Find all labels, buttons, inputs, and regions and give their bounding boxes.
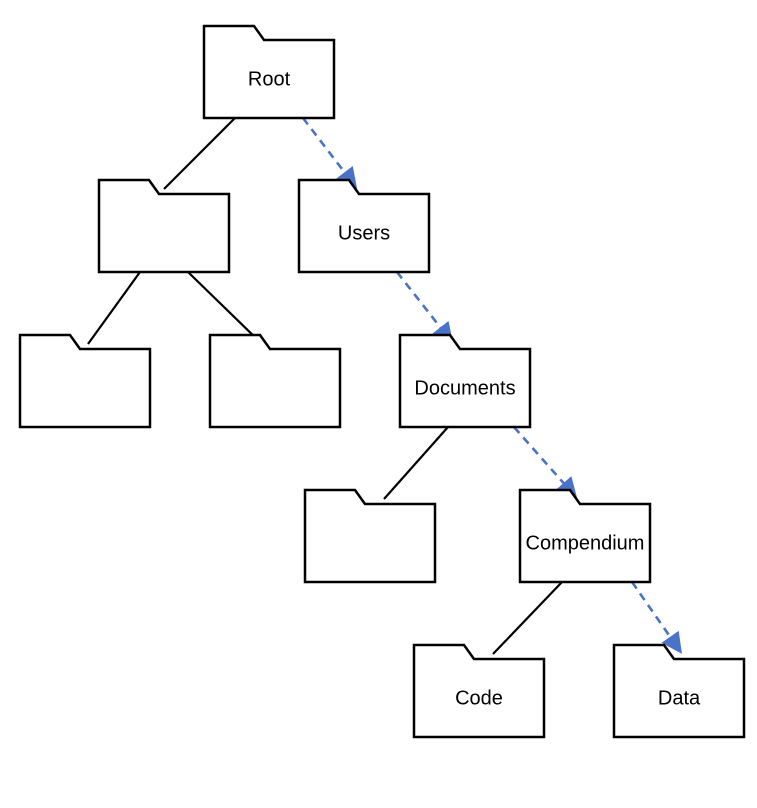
node-l2-a [20,335,150,427]
edge-root-l1left [164,118,235,189]
node-code: Code [414,645,544,737]
node-code-label: Code [455,687,503,709]
edge-l1left-l2b [188,272,262,344]
edge-users-documents [397,272,451,341]
node-compendium: Compendium [520,490,650,582]
folder-tree-diagram: Root Users Documents Compendium Code Dat… [0,0,757,808]
node-users: Users [299,180,429,272]
edge-documents-compendium [514,427,575,496]
node-root-label: Root [248,68,291,90]
node-data-label: Data [658,687,701,709]
node-documents-label: Documents [414,377,515,399]
node-root: Root [204,26,334,118]
node-data: Data [614,645,744,737]
node-users-label: Users [338,222,390,244]
edge-compendium-code [493,582,562,654]
node-l1-left [99,180,229,272]
edge-l1left-l2a [88,272,140,344]
node-documents: Documents [400,335,530,427]
node-compendium-label: Compendium [526,532,645,554]
node-l3-left [305,490,435,582]
edge-compendium-data [632,582,680,651]
edge-documents-l3left [384,427,448,499]
edge-root-users [303,118,355,186]
node-l2-b [210,335,340,427]
